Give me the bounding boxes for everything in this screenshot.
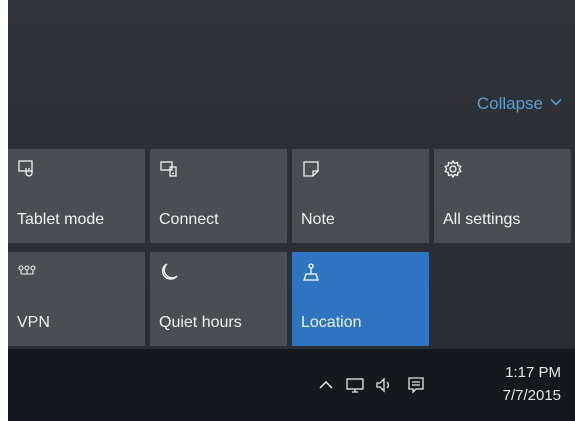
tablet-mode-icon	[17, 159, 37, 179]
collapse-button[interactable]: Collapse	[477, 94, 563, 114]
note-icon	[301, 159, 321, 179]
clock-time: 1:17 PM	[505, 364, 561, 381]
quick-action-connect[interactable]: Connect	[150, 149, 287, 243]
collapse-label: Collapse	[476, 94, 543, 113]
quick-action-vpn[interactable]: VPN	[8, 252, 145, 346]
location-icon	[301, 262, 321, 282]
quick-action-tablet-mode[interactable]: Tablet mode	[8, 149, 145, 243]
quick-action-all-settings[interactable]: All settings	[434, 149, 571, 243]
quick-action-note[interactable]: Note	[292, 149, 429, 243]
tile-label: Connect	[159, 211, 219, 228]
tile-label: Quiet hours	[159, 314, 242, 331]
taskbar: 1:17 PM 7/7/2015	[8, 349, 575, 421]
tile-label: Tablet mode	[17, 211, 105, 228]
tile-label: Note	[301, 211, 335, 228]
quick-action-location[interactable]: Location	[292, 252, 429, 346]
moon-icon	[159, 262, 179, 282]
chevron-down-icon	[549, 94, 563, 114]
gear-icon	[443, 159, 463, 179]
action-center-icon[interactable]	[406, 375, 426, 395]
tile-label: Location	[301, 314, 362, 331]
vpn-icon	[17, 262, 37, 282]
tile-label: All settings	[443, 211, 521, 228]
tile-label: VPN	[17, 314, 50, 331]
network-icon[interactable]	[345, 375, 365, 395]
connect-icon	[159, 159, 179, 179]
action-center-panel: Collapse Tablet mode Connect Note All se…	[8, 0, 575, 349]
chevron-up-icon[interactable]	[316, 375, 336, 395]
quick-action-quiet-hours[interactable]: Quiet hours	[150, 252, 287, 346]
volume-icon[interactable]	[374, 375, 394, 395]
clock-date: 7/7/2015	[502, 387, 561, 404]
system-clock[interactable]: 1:17 PM 7/7/2015	[503, 361, 561, 407]
